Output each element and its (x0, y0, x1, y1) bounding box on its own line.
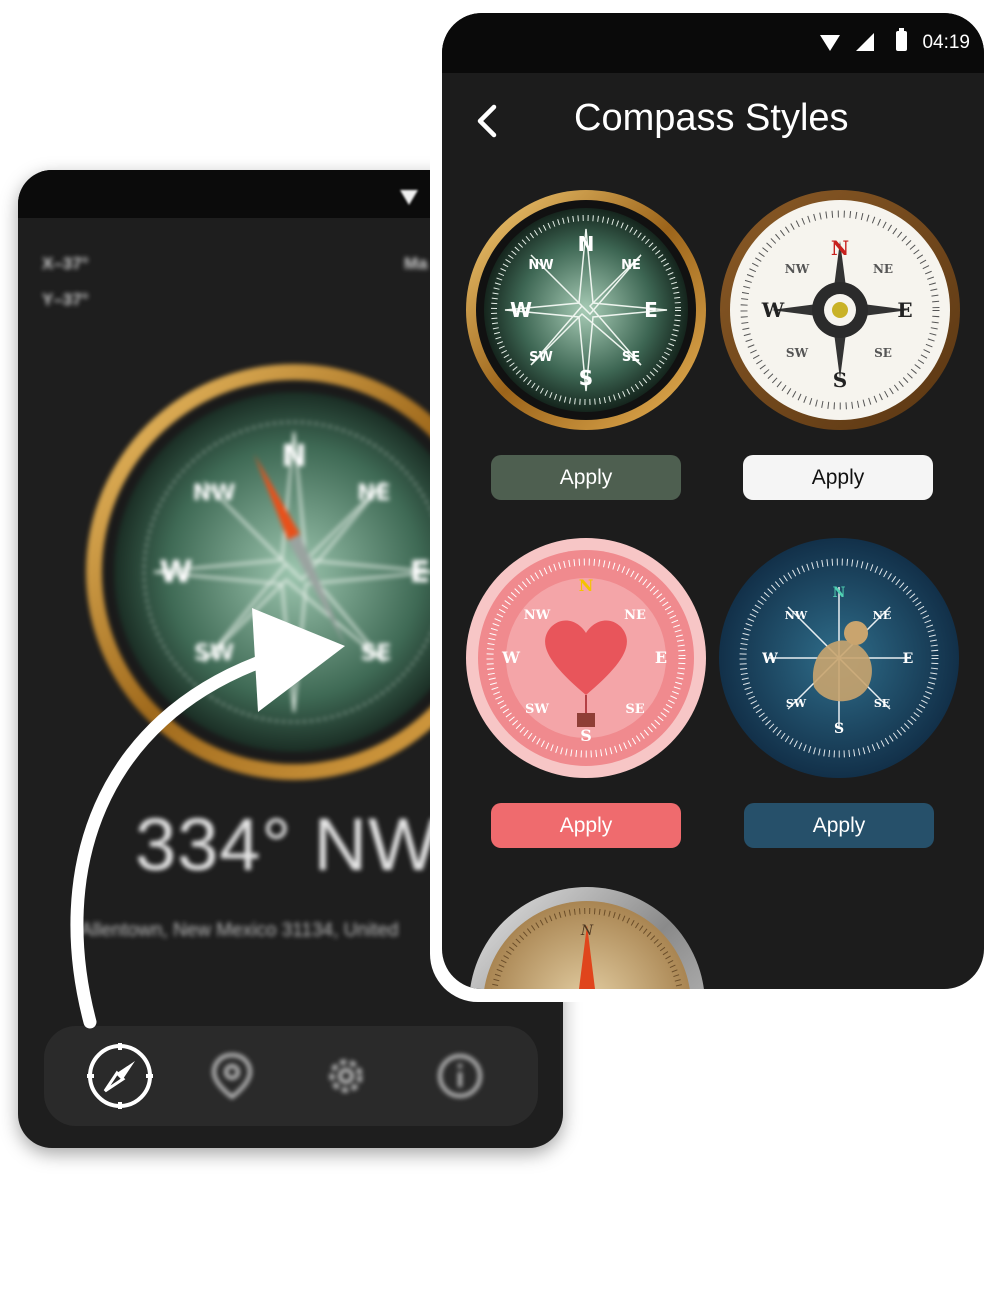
arrow-curve (70, 653, 272, 1029)
transition-arrow-graphic (70, 608, 345, 1029)
arrow-head-icon (252, 608, 345, 712)
